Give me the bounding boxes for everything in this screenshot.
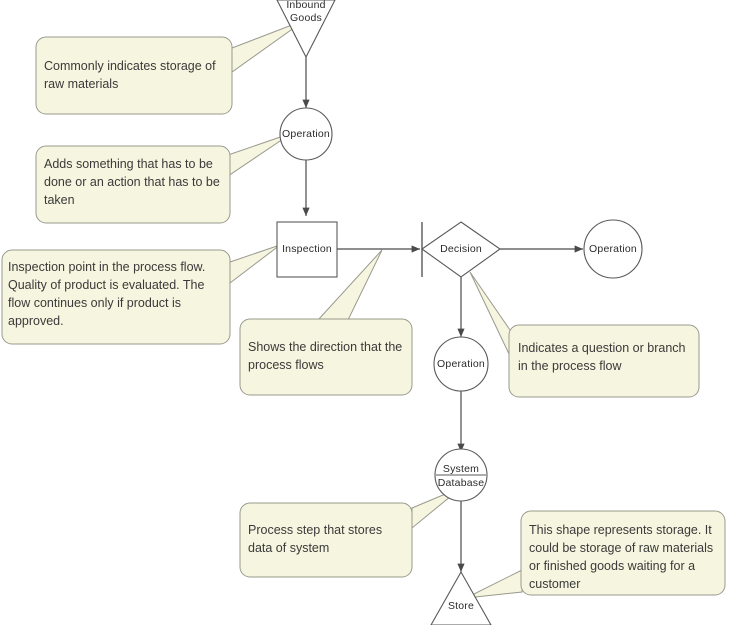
flowchart-canvas: Inbound Goods Operation Inspection Decis…	[0, 0, 750, 625]
shape-inspection[interactable]	[276, 221, 338, 278]
callout-box-store	[520, 510, 726, 596]
callout-box-decision	[508, 324, 700, 398]
shape-store[interactable]	[430, 570, 492, 625]
shape-operation-top[interactable]	[279, 107, 333, 161]
callout-box-inbound-goods	[35, 36, 233, 115]
shape-operation-right[interactable]	[583, 219, 643, 279]
callout-tail-inspection	[229, 244, 281, 285]
callout-box-system-database	[239, 502, 413, 578]
shape-operation-middle[interactable]	[433, 336, 489, 392]
shape-decision[interactable]	[421, 221, 501, 278]
callout-tail-store	[465, 569, 523, 599]
callout-box-inspection	[1, 249, 231, 345]
callout-box-arrow	[239, 318, 413, 396]
callout-boxes	[1, 36, 726, 596]
callout-box-operation	[35, 145, 231, 224]
flowchart-graphics	[1, 0, 726, 625]
